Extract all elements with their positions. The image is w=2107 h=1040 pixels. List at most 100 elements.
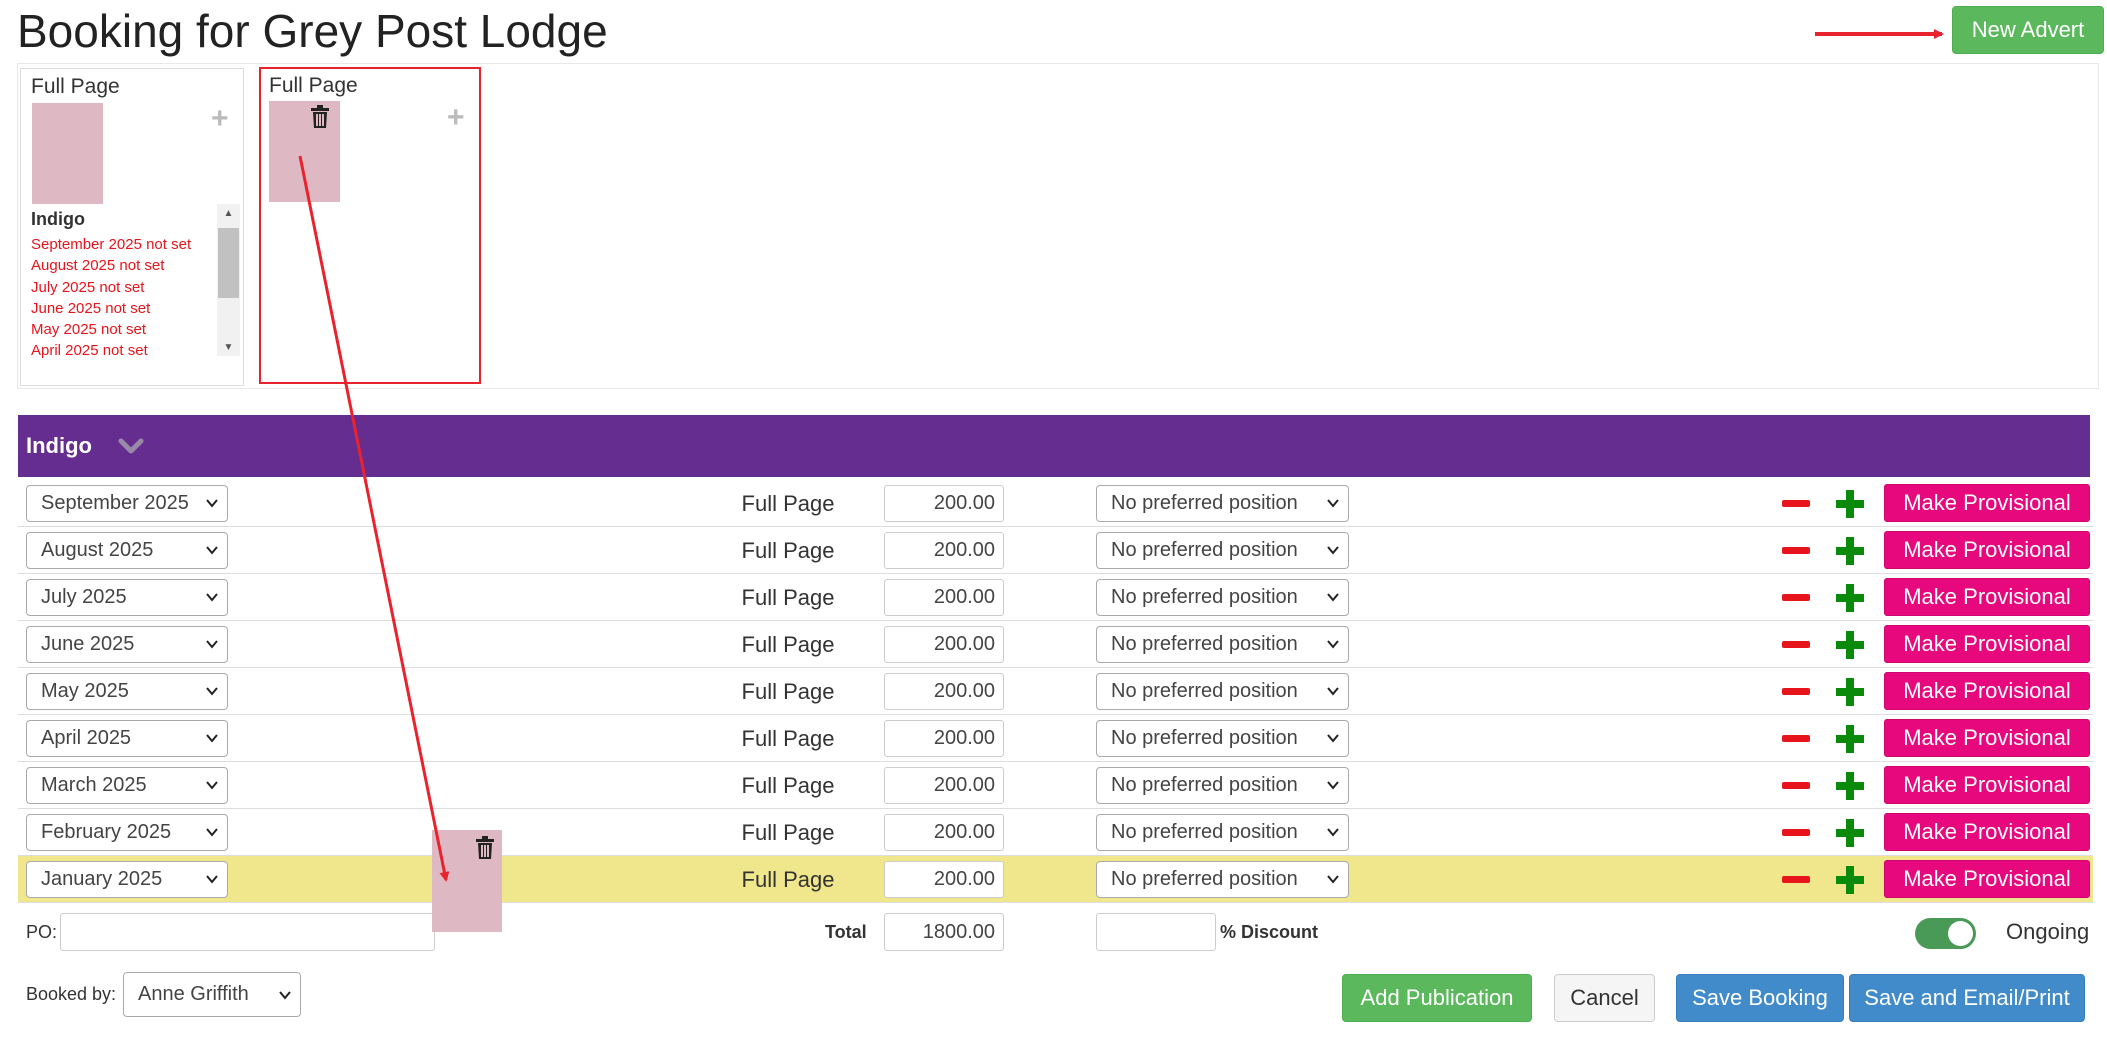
plus-icon[interactable] (1834, 676, 1866, 708)
advert-card[interactable]: Full Page + Indigo September 2025 not se… (20, 68, 244, 386)
month-select[interactable]: August 2025 (26, 532, 228, 569)
position-select[interactable]: No preferred position (1096, 767, 1349, 804)
plus-icon[interactable] (1834, 770, 1866, 802)
month-select[interactable]: May 2025 (26, 673, 228, 710)
month-select[interactable]: April 2025 (26, 720, 228, 757)
trash-icon[interactable] (474, 836, 496, 860)
price-input[interactable]: 200.00 (884, 767, 1004, 804)
price-input[interactable]: 200.00 (884, 720, 1004, 757)
price-input[interactable]: 200.00 (884, 673, 1004, 710)
plus-icon[interactable] (1834, 488, 1866, 520)
new-advert-button[interactable]: New Advert (1952, 6, 2104, 54)
dragged-advert-thumbnail[interactable] (432, 830, 502, 932)
booked-by-value: Anne Griffith (138, 983, 249, 1005)
advert-size-label: Full Page (741, 538, 835, 563)
minus-icon[interactable] (1782, 876, 1810, 883)
chevron-down-icon (1327, 640, 1339, 649)
chevron-down-icon (1327, 546, 1339, 555)
plus-icon[interactable] (1834, 817, 1866, 849)
chevron-down-icon[interactable] (118, 433, 144, 459)
minus-icon[interactable] (1782, 594, 1810, 601)
advert-size-label: Full Page (741, 820, 835, 845)
ongoing-toggle[interactable] (1915, 918, 1976, 949)
make-provisional-button[interactable]: Make Provisional (1884, 625, 2090, 663)
missing-month: July 2025 not set (31, 278, 145, 296)
chevron-down-icon (206, 828, 218, 837)
minus-icon[interactable] (1782, 735, 1810, 742)
price-input[interactable]: 200.00 (884, 532, 1004, 569)
make-provisional-button[interactable]: Make Provisional (1884, 672, 2090, 710)
month-select[interactable]: September 2025 (26, 485, 228, 522)
booked-by-select[interactable]: Anne Griffith (123, 972, 301, 1017)
minus-icon[interactable] (1782, 829, 1810, 836)
minus-icon[interactable] (1782, 500, 1810, 507)
make-provisional-button[interactable]: Make Provisional (1884, 860, 2090, 898)
make-provisional-button[interactable]: Make Provisional (1884, 813, 2090, 851)
minus-icon[interactable] (1782, 782, 1810, 789)
scrollbar[interactable]: ▲ ▼ (217, 204, 240, 356)
advert-card-selected[interactable]: Full Page + (259, 67, 481, 384)
position-select[interactable]: No preferred position (1096, 532, 1349, 569)
plus-icon[interactable]: + (211, 104, 229, 134)
position-select[interactable]: No preferred position (1096, 814, 1349, 851)
month-select[interactable]: June 2025 (26, 626, 228, 663)
position-select[interactable]: No preferred position (1096, 485, 1349, 522)
save-email-print-button[interactable]: Save and Email/Print (1849, 974, 2085, 1022)
month-select[interactable]: March 2025 (26, 767, 228, 804)
make-provisional-button[interactable]: Make Provisional (1884, 484, 2090, 522)
chevron-down-icon (206, 593, 218, 602)
plus-icon[interactable] (1834, 629, 1866, 661)
save-booking-button[interactable]: Save Booking (1676, 974, 1844, 1022)
booking-row: January 2025 Full Page 200.00 No preferred … (18, 856, 2093, 903)
total-value: 1800.00 (884, 913, 1004, 951)
position-select[interactable]: No preferred position (1096, 673, 1349, 710)
plus-icon[interactable] (1834, 864, 1866, 896)
chevron-down-icon (1327, 875, 1339, 884)
cancel-button[interactable]: Cancel (1554, 974, 1655, 1022)
month-value: June 2025 (41, 633, 135, 655)
month-value: February 2025 (41, 821, 172, 843)
position-select[interactable]: No preferred position (1096, 579, 1349, 616)
make-provisional-button[interactable]: Make Provisional (1884, 578, 2090, 616)
month-select[interactable]: January 2025 (26, 861, 228, 898)
price-input[interactable]: 200.00 (884, 626, 1004, 663)
price-input[interactable]: 200.00 (884, 579, 1004, 616)
plus-icon[interactable] (1834, 535, 1866, 567)
price-input[interactable]: 200.00 (884, 485, 1004, 522)
publication-header[interactable]: Indigo (18, 415, 2090, 477)
make-provisional-button[interactable]: Make Provisional (1884, 766, 2090, 804)
publication-status-list: Indigo September 2025 not set August 202… (31, 209, 211, 375)
add-publication-button[interactable]: Add Publication (1342, 974, 1532, 1022)
minus-icon[interactable] (1782, 641, 1810, 648)
position-select[interactable]: No preferred position (1096, 720, 1349, 757)
month-select[interactable]: July 2025 (26, 579, 228, 616)
discount-input[interactable] (1096, 913, 1216, 951)
month-value: August 2025 (41, 539, 154, 561)
make-provisional-button[interactable]: Make Provisional (1884, 531, 2090, 569)
missing-month: April 2025 not set (31, 342, 148, 360)
chevron-down-icon (1327, 687, 1339, 696)
minus-icon[interactable] (1782, 688, 1810, 695)
make-provisional-button[interactable]: Make Provisional (1884, 719, 2090, 757)
chevron-down-icon (279, 991, 291, 1000)
ongoing-label: Ongoing (2006, 919, 2090, 944)
scroll-down-icon[interactable]: ▼ (217, 338, 240, 356)
position-select[interactable]: No preferred position (1096, 626, 1349, 663)
trash-icon[interactable] (309, 105, 331, 129)
minus-icon[interactable] (1782, 547, 1810, 554)
advert-thumbnail[interactable] (32, 103, 103, 204)
month-value: January 2025 (41, 868, 163, 890)
position-value: No preferred position (1111, 774, 1298, 796)
position-value: No preferred position (1111, 727, 1298, 749)
position-value: No preferred position (1111, 539, 1298, 561)
plus-icon[interactable] (1834, 582, 1866, 614)
po-input[interactable] (60, 913, 435, 951)
plus-icon[interactable]: + (447, 103, 465, 133)
price-input[interactable]: 200.00 (884, 861, 1004, 898)
month-select[interactable]: February 2025 (26, 814, 228, 851)
position-select[interactable]: No preferred position (1096, 861, 1349, 898)
scroll-up-icon[interactable]: ▲ (217, 204, 240, 222)
price-input[interactable]: 200.00 (884, 814, 1004, 851)
scrollbar-thumb[interactable] (218, 228, 239, 298)
plus-icon[interactable] (1834, 723, 1866, 755)
